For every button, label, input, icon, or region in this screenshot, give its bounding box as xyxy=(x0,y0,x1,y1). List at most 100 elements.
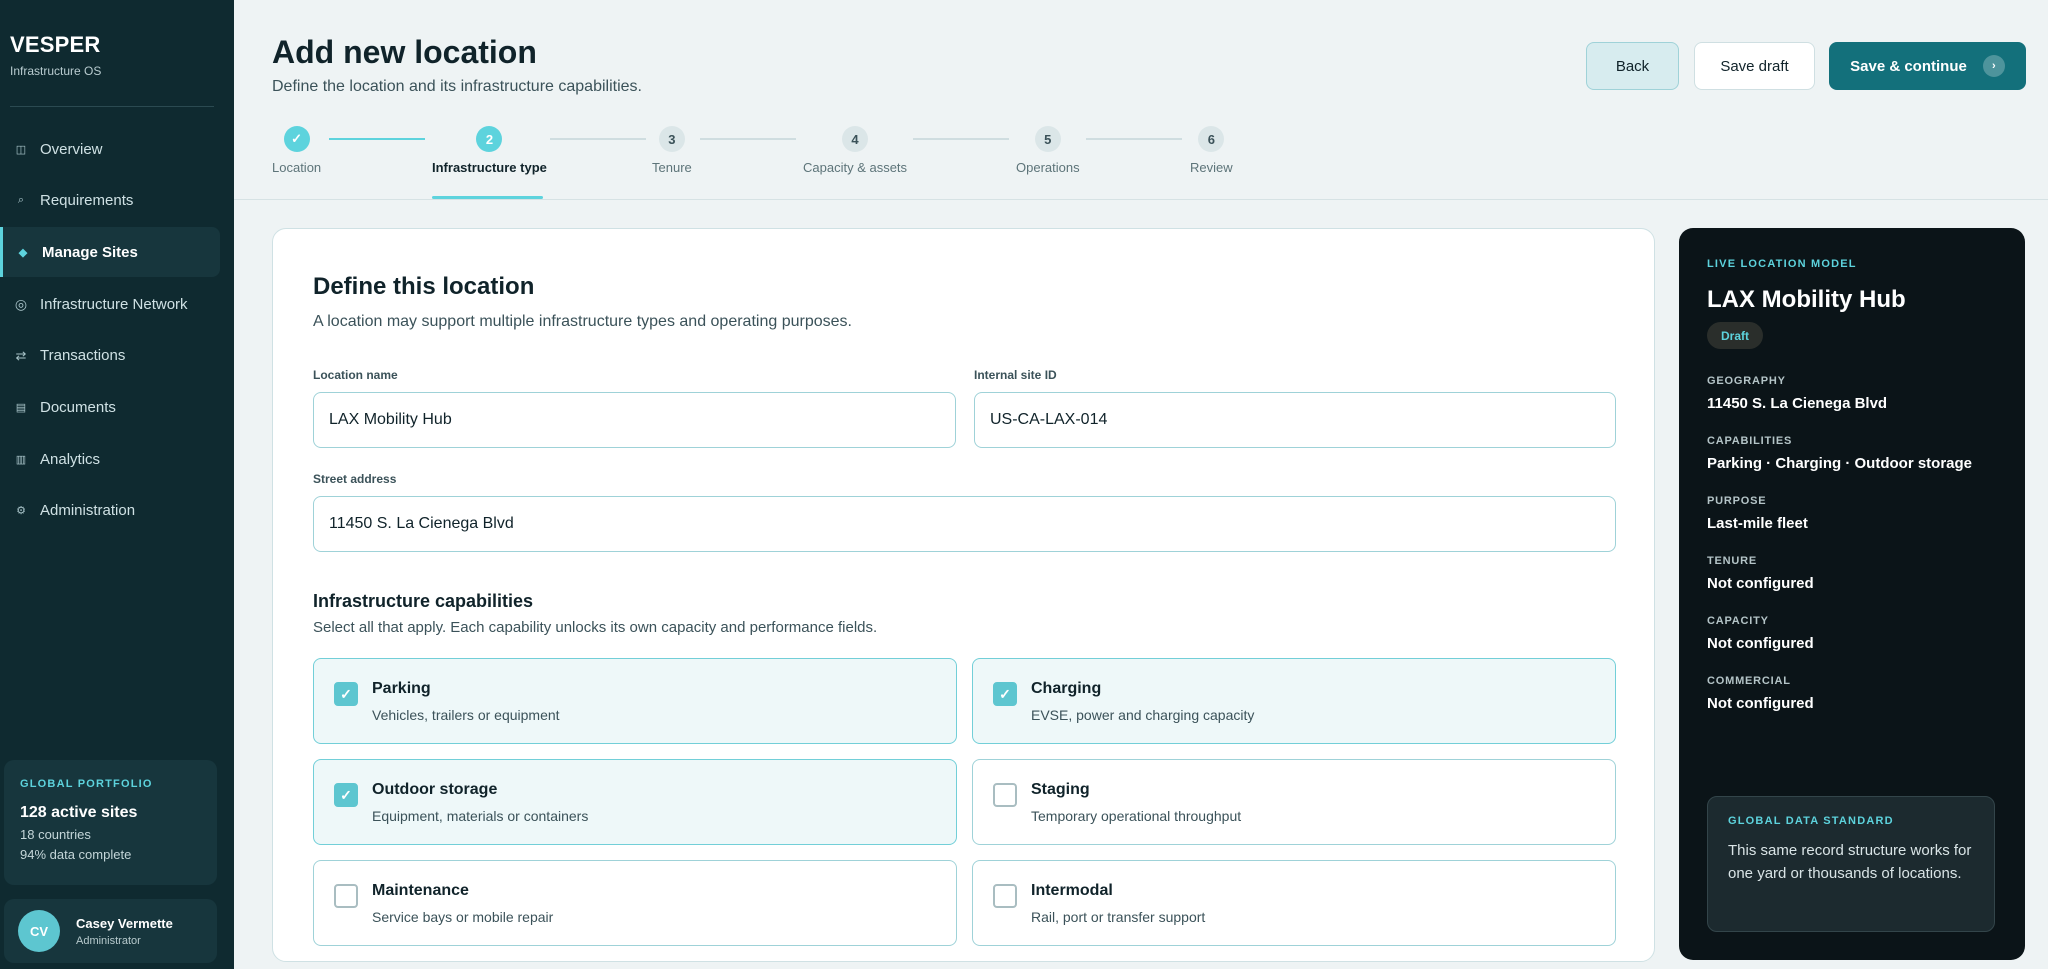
step-label: Location xyxy=(272,160,322,175)
capability-name: Intermodal xyxy=(1031,882,1113,899)
check-icon: ✓ xyxy=(283,126,310,152)
sidebar-item-analytics[interactable]: ▥ Analytics xyxy=(0,434,234,484)
sidebar-item-transactions[interactable]: ⇄ Transactions xyxy=(0,331,234,381)
capability-name: Maintenance xyxy=(372,882,469,899)
page-title: Add new location xyxy=(272,34,537,70)
capability-parking[interactable]: ✓ Parking Vehicles, trailers or equipmen… xyxy=(313,658,957,744)
capability-name: Parking xyxy=(372,680,431,697)
step-connector xyxy=(329,138,425,140)
step-review[interactable]: 6 Review xyxy=(1190,126,1233,175)
site-id-input[interactable] xyxy=(974,392,1616,448)
step-connector xyxy=(1086,138,1182,140)
step-operations[interactable]: 5 Operations xyxy=(1016,126,1080,175)
meta-key-geography: GEOGRAPHY xyxy=(1707,375,1786,387)
location-name-input[interactable] xyxy=(313,392,956,448)
capabilities-subtitle: Select all that apply. Each capability u… xyxy=(313,619,878,636)
step-capacity-assets[interactable]: 4 Capacity & assets xyxy=(803,126,907,175)
checkbox-checked-icon[interactable]: ✓ xyxy=(334,682,358,706)
portfolio-summary: GLOBAL PORTFOLIO 128 active sites 18 cou… xyxy=(4,760,217,885)
capability-maintenance[interactable]: Maintenance Service bays or mobile repai… xyxy=(313,860,957,946)
checkbox-empty-icon[interactable] xyxy=(334,884,358,908)
form-title: Define this location xyxy=(313,273,535,300)
brand-name: VESPER xyxy=(10,32,101,57)
step-connector xyxy=(913,138,1009,140)
step-label: Review xyxy=(1190,160,1233,175)
sidebar-item-documents[interactable]: ▤ Documents xyxy=(0,382,234,432)
capability-name: Staging xyxy=(1031,781,1090,798)
panel-eyebrow: LIVE LOCATION MODEL xyxy=(1707,258,1857,270)
step-number: 4 xyxy=(842,126,869,152)
step-label: Tenure xyxy=(652,160,692,175)
user-name: Casey Vermette xyxy=(76,915,173,931)
save-draft-button[interactable]: Save draft xyxy=(1694,42,1815,90)
document-icon: ▤ xyxy=(15,401,27,414)
checkbox-checked-icon[interactable]: ✓ xyxy=(993,682,1017,706)
street-address-input[interactable] xyxy=(313,496,1616,552)
portfolio-completeness: 94% data complete xyxy=(20,847,132,862)
step-infrastructure-type[interactable]: 2 Infrastructure type xyxy=(432,126,547,175)
step-location[interactable]: ✓ Location xyxy=(272,126,321,175)
arrows-icon: ⇄ xyxy=(15,347,27,363)
meta-key-capabilities: CAPABILITIES xyxy=(1707,435,1793,447)
capability-intermodal[interactable]: Intermodal Rail, port or transfer suppor… xyxy=(972,860,1616,946)
sidebar-item-label: Transactions xyxy=(40,347,126,365)
page-subtitle: Define the location and its infrastructu… xyxy=(272,78,642,95)
data-standard-callout: GLOBAL DATA STANDARD This same record st… xyxy=(1707,796,1995,932)
step-label: Capacity & assets xyxy=(803,160,908,175)
meta-value-tenure: Not configured xyxy=(1707,575,1814,592)
meta-value-purpose: Last-mile fleet xyxy=(1707,515,1808,532)
checkbox-checked-icon[interactable]: ✓ xyxy=(334,783,358,807)
portfolio-eyebrow: GLOBAL PORTFOLIO xyxy=(20,778,153,790)
capability-desc: EVSE, power and charging capacity xyxy=(1031,707,1255,723)
step-connector xyxy=(700,138,796,140)
gear-icon: ⚙ xyxy=(16,505,26,518)
sidebar-item-label: Manage Sites xyxy=(42,243,138,261)
save-continue-button[interactable]: Save & continue › xyxy=(1829,42,2026,90)
standard-text: This same record structure works for one… xyxy=(1728,842,1972,882)
live-location-panel: LIVE LOCATION MODEL LAX Mobility Hub Dra… xyxy=(1679,228,2025,960)
panel-location-name: LAX Mobility Hub xyxy=(1707,286,1906,313)
step-number: 6 xyxy=(1198,126,1225,152)
site-id-label: Internal site ID xyxy=(974,368,1057,382)
capability-name: Outdoor storage xyxy=(372,781,498,798)
capability-desc: Rail, port or transfer support xyxy=(1031,909,1206,925)
sidebar-item-administration[interactable]: ⚙ Administration xyxy=(0,486,234,536)
meta-value-commercial: Not configured xyxy=(1707,695,1814,712)
chevron-right-icon: › xyxy=(1982,55,2005,77)
checkbox-empty-icon[interactable] xyxy=(993,884,1017,908)
user-card[interactable]: CV Casey Vermette Administrator xyxy=(4,899,217,963)
portfolio-countries: 18 countries xyxy=(20,827,91,842)
sidebar-item-manage-sites[interactable]: ◆ Manage Sites xyxy=(0,227,220,278)
street-address-label: Street address xyxy=(313,472,397,486)
bar-icon: ▥ xyxy=(15,453,27,466)
brand: VESPER Infrastructure OS xyxy=(10,32,101,78)
header-divider xyxy=(234,199,2048,200)
save-continue-label: Save & continue xyxy=(1850,57,1967,75)
back-button[interactable]: Back xyxy=(1586,42,1679,90)
sidebar-item-label: Documents xyxy=(40,398,116,416)
sidebar-item-label: Analytics xyxy=(40,450,101,468)
ring-icon: ◎ xyxy=(14,295,28,312)
capability-name: Charging xyxy=(1031,680,1102,697)
sidebar-item-label: Infrastructure Network xyxy=(40,295,188,313)
portfolio-headline: 128 active sites xyxy=(20,804,138,821)
meta-value-capabilities: Parking · Charging · Outdoor storage xyxy=(1707,455,1973,472)
capability-staging[interactable]: Staging Temporary operational throughput xyxy=(972,759,1616,845)
capability-desc: Equipment, materials or containers xyxy=(372,808,589,824)
checkbox-empty-icon[interactable] xyxy=(993,783,1017,807)
capability-outdoor-storage[interactable]: ✓ Outdoor storage Equipment, materials o… xyxy=(313,759,957,845)
capability-desc: Temporary operational throughput xyxy=(1031,808,1242,824)
location-form-card: Define this location A location may supp… xyxy=(272,228,1655,962)
step-tenure[interactable]: 3 Tenure xyxy=(652,126,692,175)
step-label: Operations xyxy=(1016,160,1080,175)
sidebar-item-infrastructure-network[interactable]: ◎ Infrastructure Network xyxy=(0,279,234,329)
step-number: 5 xyxy=(1034,126,1061,152)
meta-value-capacity: Not configured xyxy=(1707,635,1814,652)
capabilities-title: Infrastructure capabilities xyxy=(313,591,534,611)
avatar: CV xyxy=(18,910,60,952)
step-number: 3 xyxy=(658,126,685,152)
capability-charging[interactable]: ✓ Charging EVSE, power and charging capa… xyxy=(972,658,1616,744)
location-name-label: Location name xyxy=(313,368,398,382)
capability-desc: Vehicles, trailers or equipment xyxy=(372,707,560,723)
meta-value-geography: 11450 S. La Cienega Blvd xyxy=(1707,395,1888,412)
